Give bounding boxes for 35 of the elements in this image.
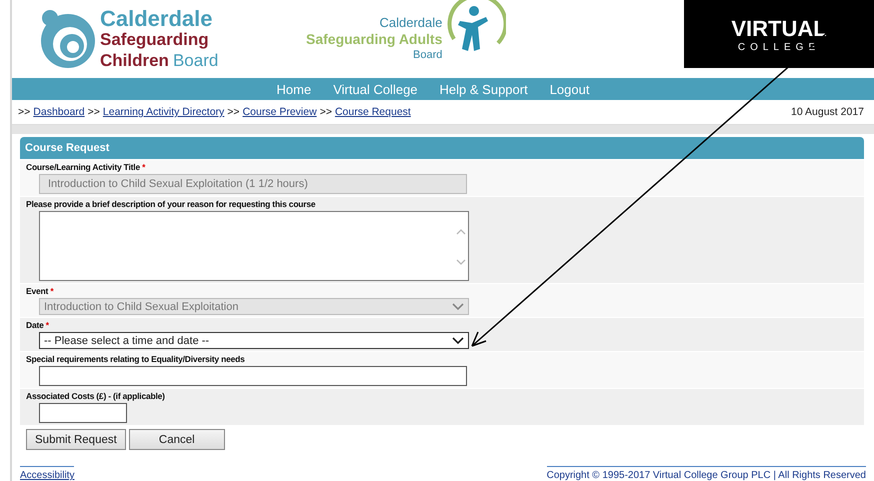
chevron-down-icon: [452, 302, 464, 310]
panel-header: Course Request: [20, 137, 864, 159]
field-label: Date *: [26, 320, 50, 330]
breadcrumb-separator: >>: [88, 106, 100, 118]
logo-title: Calderdale: [380, 15, 442, 32]
logo-subtitle: Safeguarding Adults: [306, 31, 442, 48]
copyright-text: Copyright © 1995-2017 Virtual College Group PLC | All Rights Reserved: [546, 466, 866, 481]
textarea-field[interactable]: [39, 211, 469, 281]
breadcrumb-link[interactable]: Learning Activity Directory: [102, 106, 224, 118]
breadcrumb-separator: >>: [227, 106, 240, 118]
logo-subtitle: Board: [172, 50, 218, 71]
text-field[interactable]: [39, 403, 127, 423]
select-field[interactable]: -- Please select a time and date --: [39, 332, 469, 349]
logo-subtitle: Board: [413, 48, 442, 64]
field-label: Please provide a brief description of your reason for requesting this course: [26, 199, 316, 209]
field-label: Course/Learning Activity Title *: [26, 162, 146, 172]
breadcrumb-separator: >>: [320, 106, 332, 118]
breadcrumb-link[interactable]: Dashboard: [33, 106, 85, 118]
logo-subtitle: COLLEGE: [738, 42, 820, 53]
logo-subtitle: Children: [100, 50, 169, 71]
accessibility-link[interactable]: Accessibility: [20, 466, 74, 481]
text-field[interactable]: [39, 366, 467, 386]
chevron-down-icon: [452, 336, 464, 344]
field-label: Special requirements relating to Equality/Diversity needs: [26, 354, 246, 364]
breadcrumb-link[interactable]: Course Preview: [242, 106, 317, 118]
breadcrumb-link[interactable]: Course Request: [334, 106, 411, 118]
logo-subtitle: Safeguarding: [100, 28, 210, 50]
field-label: Event *: [26, 286, 54, 296]
breadcrumb-separator: >>: [18, 106, 30, 118]
logo-title: Calderdale: [100, 8, 214, 29]
field-label: Associated Costs (£) - (if applicable): [26, 391, 166, 401]
cancel-button[interactable]: Cancel: [128, 429, 225, 450]
date-text: 10 August 2017: [791, 106, 864, 118]
logo-title: VIRTUAL: [731, 16, 827, 42]
submit-button[interactable]: Submit Request: [26, 429, 126, 450]
